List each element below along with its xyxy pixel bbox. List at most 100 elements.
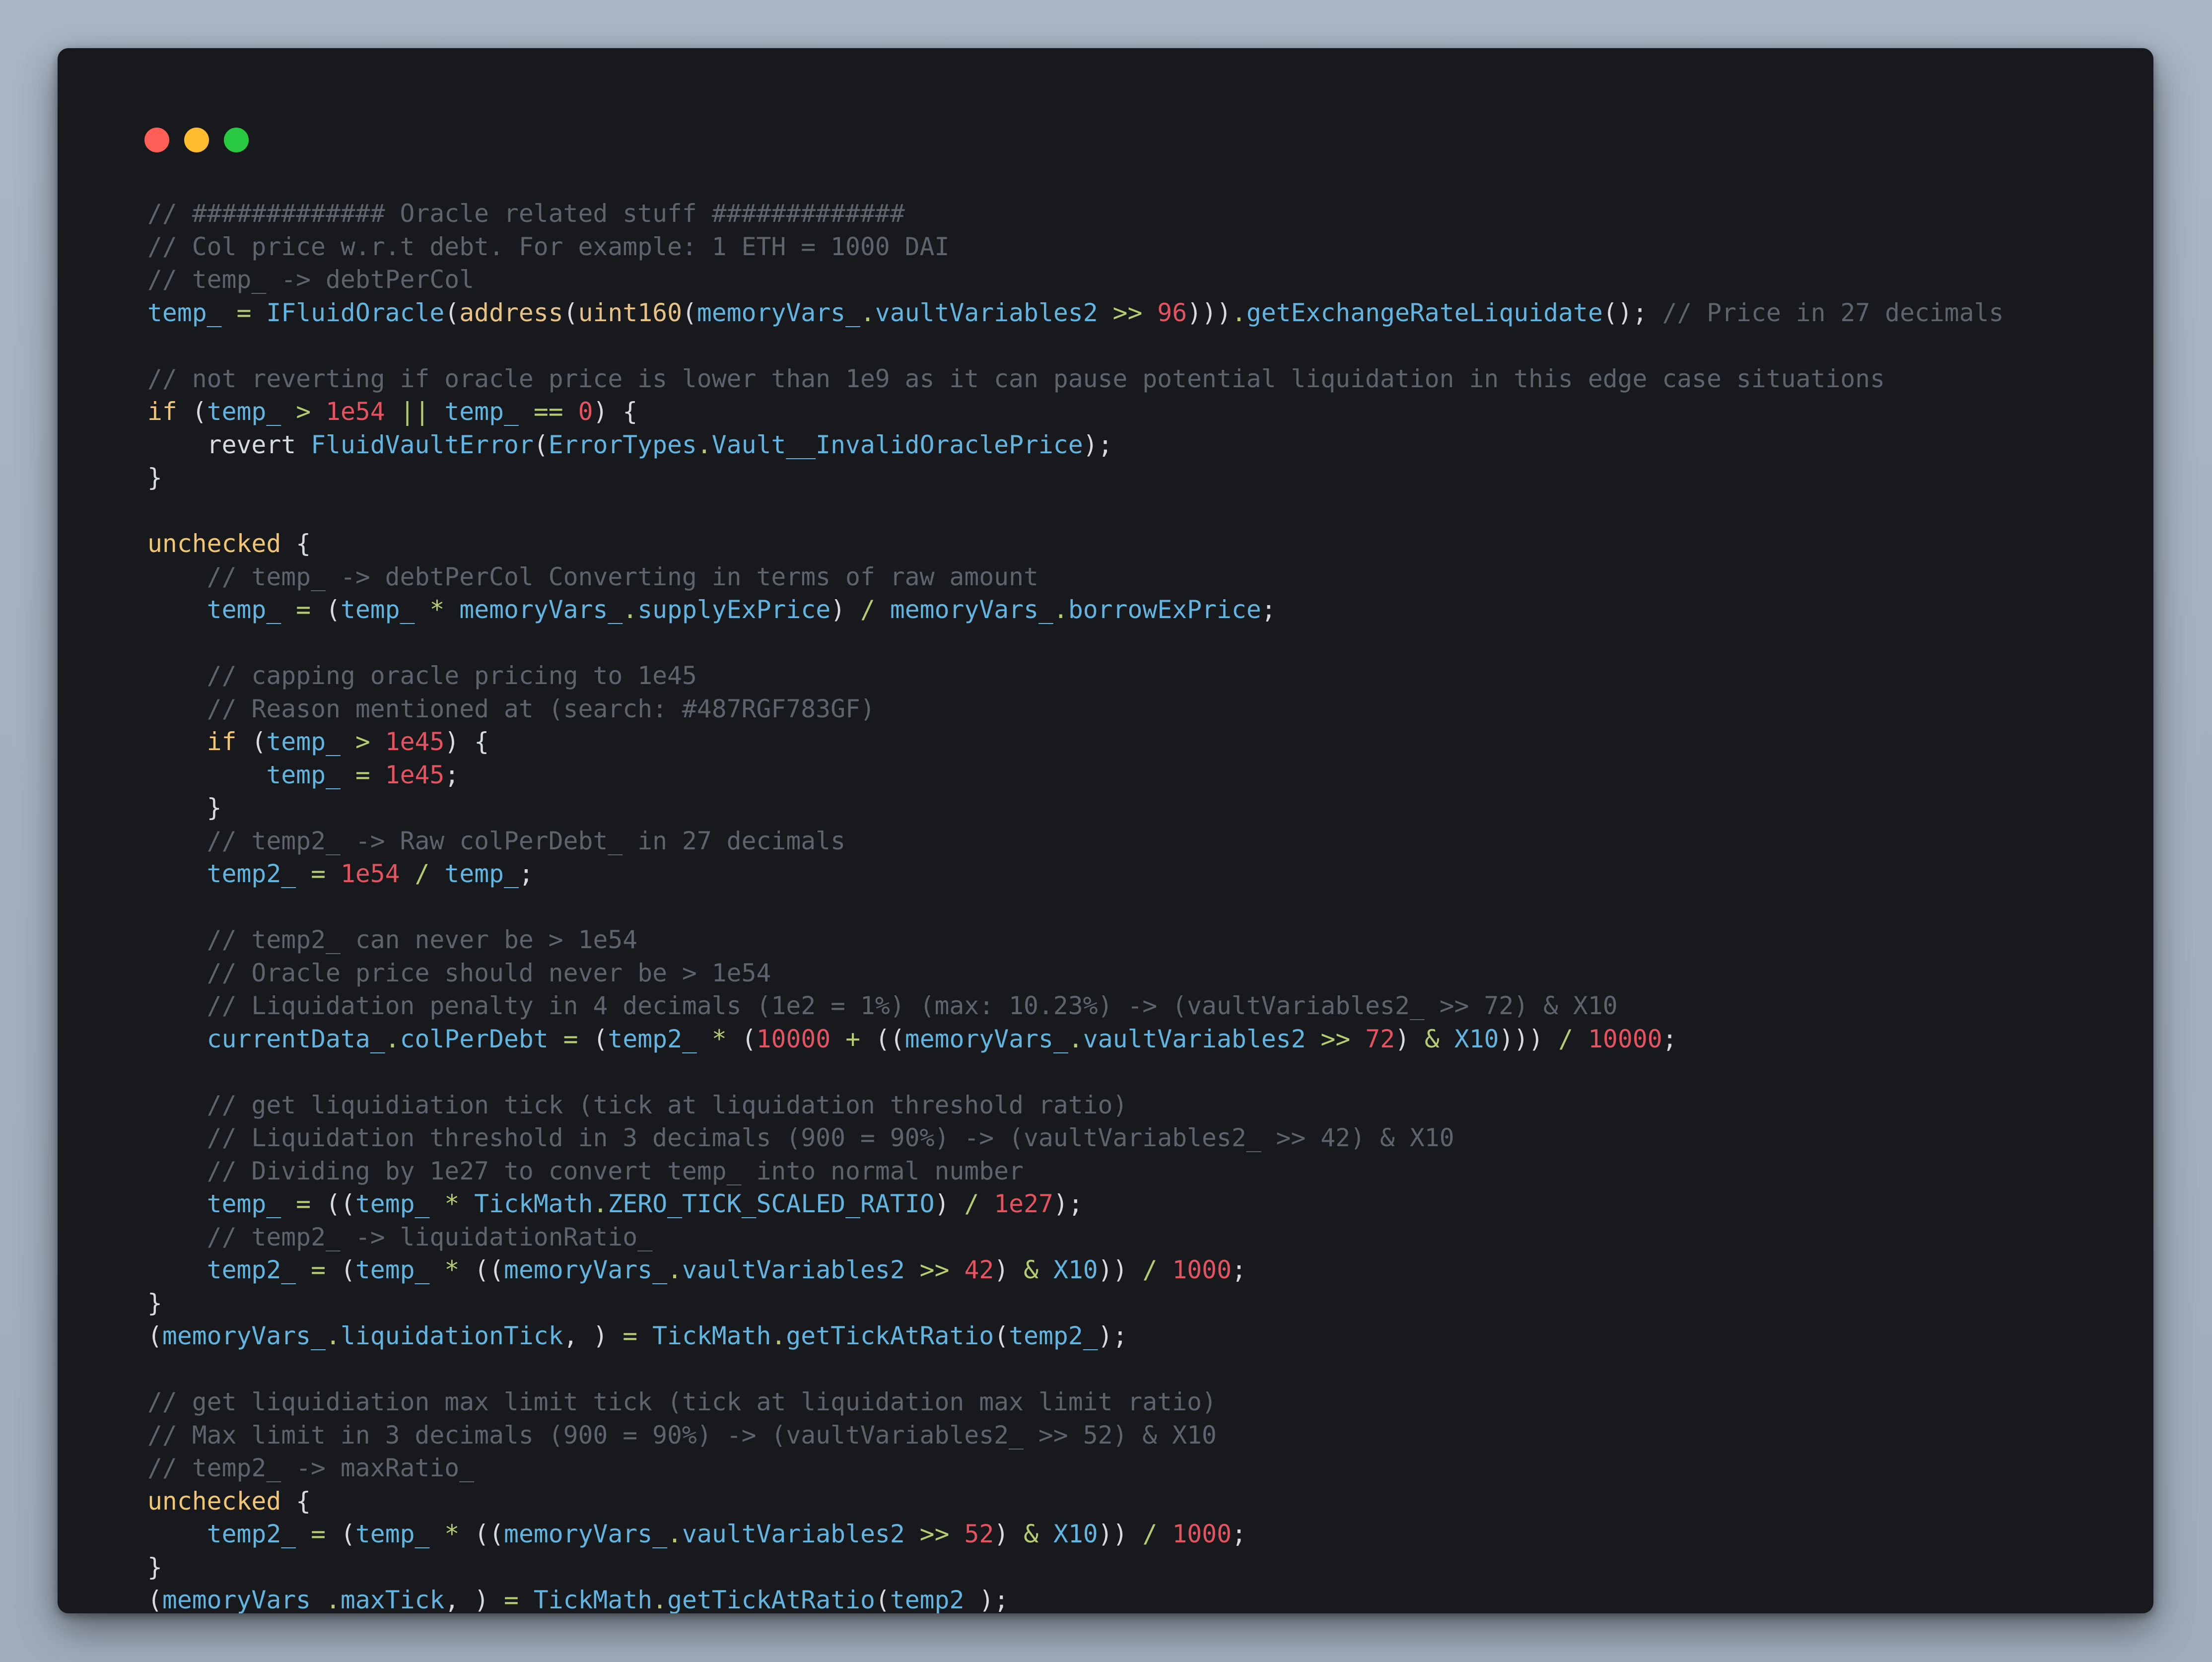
code-token-ident: supplyExPrice — [637, 595, 831, 624]
code-line: if (temp_ > 1e45) { — [147, 725, 2004, 759]
code-line: // Liquidation penalty in 4 decimals (1e… — [147, 989, 2004, 1023]
code-token-ident: temp_ — [207, 397, 281, 426]
minimize-button[interactable] — [184, 128, 209, 152]
code-token-ident: X10 — [1053, 1520, 1098, 1548]
code-line: if (temp_ > 1e54 || temp_ == 0) { — [147, 395, 2004, 428]
code-token-number: 10000 — [756, 1024, 831, 1053]
code-token-number: 72 — [1365, 1024, 1395, 1053]
code-token-number: 52 — [964, 1520, 994, 1548]
code-token-keyword: unchecked — [147, 1486, 281, 1516]
code-token-ident: temp2_ — [207, 859, 296, 888]
code-token-builtin: address — [459, 298, 563, 327]
code-token-number: 1e45 — [385, 760, 445, 789]
code-token-number: 10000 — [1588, 1024, 1662, 1053]
code-token-keyword: if — [147, 397, 177, 426]
code-token-operator: > — [296, 397, 311, 426]
code-token-number: 1000 — [1172, 1255, 1232, 1284]
code-line: // ############# Oracle related stuff ##… — [147, 197, 2004, 230]
code-token-keyword: unchecked — [147, 529, 281, 558]
code-token-punct: ); — [1083, 430, 1113, 459]
code-token-operator: = — [622, 1321, 638, 1350]
code-token-ident: ZERO_TICK_SCALED_RATIO — [608, 1189, 935, 1218]
code-token-punct: ( — [741, 1024, 757, 1053]
code-token-punct: , ) — [563, 1321, 608, 1350]
code-token-punct: } — [147, 463, 162, 492]
code-token-operator: . — [667, 1520, 683, 1548]
code-token-operator: / — [1142, 1520, 1158, 1548]
code-token-punct: ( — [340, 1255, 355, 1284]
code-token-ident: memoryVars_ — [504, 1255, 668, 1284]
code-token-ident: memoryVars_ — [459, 595, 623, 624]
code-token-operator: > — [355, 727, 370, 756]
code-token-ident: IFluidOracle — [266, 298, 445, 327]
code-token-plain: revert — [147, 430, 311, 459]
code-token-punct: ); — [1053, 1189, 1083, 1218]
code-token-punct: ( — [340, 1520, 355, 1548]
code-token-ident: temp_ — [207, 1189, 281, 1218]
code-token-punct: (( — [326, 1189, 355, 1218]
code-line: (memoryVars_.liquidationTick, ) = TickMa… — [147, 1319, 2004, 1353]
code-token-ident: temp_ — [355, 1189, 430, 1218]
code-line: temp_ = (temp_ * memoryVars_.supplyExPri… — [147, 593, 2004, 626]
code-token-punct: { — [474, 727, 489, 756]
code-token-comment: // get liquidiation max limit tick (tick… — [147, 1387, 1217, 1416]
code-token-ident: temp_ — [266, 760, 341, 789]
code-token-punct: ( — [444, 298, 460, 327]
code-token-ident: maxTick — [340, 1586, 445, 1613]
close-button[interactable] — [144, 128, 169, 152]
code-line: // Reason mentioned at (search: #487RGF7… — [147, 692, 2004, 726]
code-token-punct: ( — [251, 727, 267, 756]
code-line: // temp2_ -> Raw colPerDebt_ in 27 decim… — [147, 825, 2004, 858]
code-token-punct: ) — [444, 727, 460, 756]
zoom-button[interactable] — [224, 128, 249, 152]
code-token-comment: // get liquidiation tick (tick at liquid… — [207, 1090, 1128, 1119]
code-token-operator: + — [845, 1024, 861, 1053]
code-token-operator: . — [1231, 298, 1246, 327]
code-token-punct: ( — [326, 595, 341, 624]
code-token-comment: // temp_ -> debtPerCol — [147, 265, 475, 294]
code-line: // temp2_ -> maxRatio_ — [147, 1452, 2004, 1485]
code-token-comment: // temp2_ can never be > 1e54 — [207, 925, 638, 954]
code-token-operator: * — [444, 1255, 460, 1284]
code-token-ident: temp_ — [266, 727, 341, 756]
code-token-punct: ) — [994, 1520, 1009, 1548]
code-token-operator: = — [503, 1586, 519, 1613]
code-token-comment: // temp_ -> debtPerCol Converting in ter… — [207, 562, 1038, 591]
code-token-ident: memoryVars_ — [162, 1586, 326, 1613]
code-token-operator: . — [696, 430, 712, 459]
code-token-punct: ) — [994, 1255, 1009, 1284]
code-token-operator: . — [593, 1189, 608, 1218]
code-token-ident: vaultVariables2 — [682, 1520, 905, 1548]
code-token-operator: / — [860, 595, 875, 624]
